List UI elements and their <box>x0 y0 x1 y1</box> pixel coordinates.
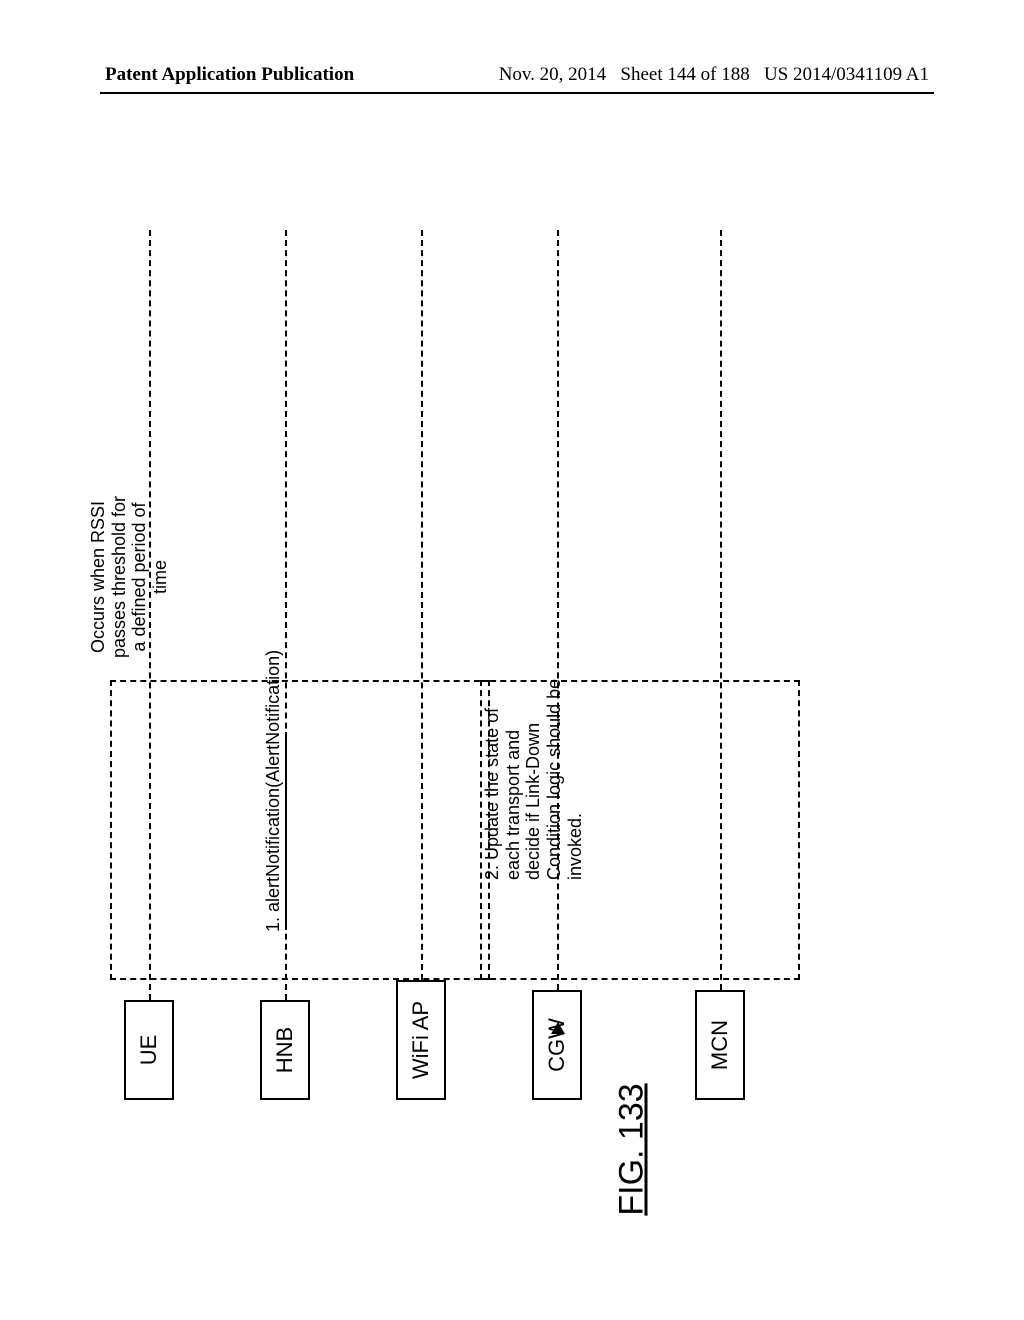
note-update-state: 2. Update the state of each transport an… <box>482 675 585 880</box>
header-rule <box>100 92 934 94</box>
sequence-diagram: UE HNB WiFi AP 1. alertNotification(Aler… <box>100 200 860 1100</box>
actor-wifi: WiFi AP <box>396 980 446 1100</box>
opt-frame-left <box>110 680 490 980</box>
header-left: Patent Application Publication <box>105 64 354 86</box>
actor-hnb: HNB <box>260 1000 310 1100</box>
figure-caption: FIG. 133 <box>613 1083 652 1215</box>
msg-line <box>285 732 287 930</box>
actor-cgw: CGW <box>532 990 582 1100</box>
msg-label: 1. alertNotification(AlertNotification) <box>263 650 284 932</box>
figure-label: FIG. 133 <box>613 1083 651 1215</box>
header-right: Nov. 20, 2014 Sheet 144 of 188 US 2014/0… <box>499 64 929 86</box>
note-rssi-threshold: Occurs when RSSI passes threshold for a … <box>88 492 171 662</box>
arrowhead-right-icon <box>551 1022 565 1034</box>
actor-mcn: MCN <box>695 990 745 1100</box>
actor-ue: UE <box>124 1000 174 1100</box>
